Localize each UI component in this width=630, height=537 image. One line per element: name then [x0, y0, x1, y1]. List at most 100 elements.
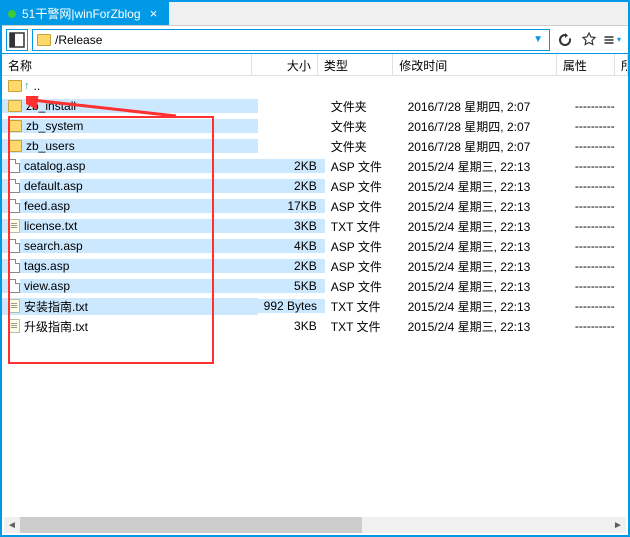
file-attr: ---------- [569, 319, 628, 333]
table-row[interactable]: 升级指南.txt 3KBTXT 文件2015/2/4 星期三, 22:13----… [2, 316, 628, 336]
file-name: tags.asp [24, 259, 69, 273]
file-modified: 2016/7/28 星期四, 2:07 [402, 118, 569, 135]
txt-icon [8, 299, 20, 313]
horizontal-scrollbar[interactable]: ◄ ► [4, 517, 626, 533]
scrollbar-thumb[interactable] [20, 517, 362, 533]
chevron-down-icon: ▾ [615, 35, 623, 44]
path-text: /Release [55, 33, 102, 47]
col-header-attr[interactable]: 属性 [557, 54, 615, 75]
file-attr: ---------- [569, 279, 628, 293]
file-size: 2KB [258, 259, 325, 273]
file-icon [8, 159, 20, 173]
file-size: 5KB [258, 279, 325, 293]
file-name: default.asp [24, 179, 83, 193]
file-modified: 2015/2/4 星期三, 22:13 [402, 218, 569, 235]
file-modified: 2015/2/4 星期三, 22:13 [402, 158, 569, 175]
file-name: license.txt [24, 219, 77, 233]
file-modified: 2015/2/4 星期三, 22:13 [402, 258, 569, 275]
file-name: zb_install [26, 99, 76, 113]
scroll-right-icon[interactable]: ► [610, 517, 626, 533]
table-row[interactable]: search.asp 4KBASP 文件2015/2/4 星期三, 22:13--… [2, 236, 628, 256]
file-name: view.asp [24, 279, 70, 293]
chevron-down-icon[interactable]: ▼ [531, 34, 545, 45]
file-modified: 2015/2/4 星期三, 22:13 [402, 298, 569, 315]
file-type: ASP 文件 [325, 198, 402, 215]
file-type: ASP 文件 [325, 238, 402, 255]
file-list: ↑ .. zb_install文件夹2016/7/28 星期四, 2:07---… [2, 76, 628, 517]
file-attr: ---------- [569, 159, 628, 173]
tab-active[interactable]: 51干警网|winForZblog × [2, 2, 169, 25]
status-dot-icon [8, 10, 16, 18]
col-header-modified[interactable]: 修改时间 [393, 54, 557, 75]
file-size: 992 Bytes [258, 299, 325, 313]
path-input[interactable]: /Release ▼ [32, 29, 550, 51]
scroll-left-icon[interactable]: ◄ [4, 517, 20, 533]
file-attr: ---------- [569, 299, 628, 313]
table-row[interactable]: license.txt3KBTXT 文件2015/2/4 星期三, 22:13-… [2, 216, 628, 236]
tab-title: 51干警网|winForZblog [22, 5, 141, 22]
table-row[interactable]: tags.asp2KBASP 文件2015/2/4 星期三, 22:13----… [2, 256, 628, 276]
file-icon [8, 179, 20, 193]
tab-bar: 51干警网|winForZblog × [2, 2, 628, 26]
up-arrow-icon: ↑ [24, 80, 30, 92]
file-attr: ---------- [569, 199, 628, 213]
file-attr: ---------- [569, 99, 628, 113]
file-type: ASP 文件 [325, 178, 402, 195]
file-attr: ---------- [569, 119, 628, 133]
table-row[interactable]: zb_users文件夹2016/7/28 星期四, 2:07---------- [2, 136, 628, 156]
layout-toggle-button[interactable] [6, 29, 28, 51]
file-name: search.asp [24, 239, 83, 253]
file-attr: ---------- [569, 239, 628, 253]
col-header-size[interactable]: 大小 [252, 54, 318, 75]
parent-dir-row[interactable]: ↑ .. [2, 76, 628, 96]
folder-icon [8, 100, 22, 112]
file-type: ASP 文件 [325, 158, 402, 175]
txt-icon [8, 319, 20, 333]
refresh-button[interactable] [554, 29, 576, 51]
file-type: ASP 文件 [325, 258, 402, 275]
file-icon [8, 239, 20, 253]
folder-icon [37, 34, 51, 46]
file-modified: 2015/2/4 星期三, 22:13 [402, 318, 569, 335]
file-type: 文件夹 [325, 98, 402, 115]
file-type: 文件夹 [325, 138, 402, 155]
file-size: 3KB [258, 219, 325, 233]
file-name: 升级指南.txt [24, 318, 88, 335]
table-row[interactable]: zb_install文件夹2016/7/28 星期四, 2:07--------… [2, 96, 628, 116]
table-row[interactable]: default.asp 2KBASP 文件2015/2/4 星期三, 22:13-… [2, 176, 628, 196]
txt-icon [8, 219, 20, 233]
file-type: TXT 文件 [325, 318, 402, 335]
file-size: 17KB [258, 199, 325, 213]
table-row[interactable]: zb_system文件夹2016/7/28 星期四, 2:07---------… [2, 116, 628, 136]
file-modified: 2015/2/4 星期三, 22:13 [402, 178, 569, 195]
file-name: 安装指南.txt [24, 298, 88, 315]
file-size: 3KB [258, 319, 325, 333]
col-header-type[interactable]: 类型 [318, 54, 393, 75]
view-mode-button[interactable]: ▾ [602, 29, 624, 51]
file-size: 2KB [258, 159, 325, 173]
table-row[interactable]: 安装指南.txt 992 BytesTXT 文件2015/2/4 星期三, 22:… [2, 296, 628, 316]
file-modified: 2015/2/4 星期三, 22:13 [402, 198, 569, 215]
file-type: TXT 文件 [325, 298, 402, 315]
file-icon [8, 279, 20, 293]
close-icon[interactable]: × [147, 7, 161, 21]
file-size: 2KB [258, 179, 325, 193]
table-row[interactable]: catalog.asp 2KBASP 文件2015/2/4 星期三, 22:13-… [2, 156, 628, 176]
toolbar: /Release ▼ ▾ [2, 26, 628, 54]
file-attr: ---------- [569, 219, 628, 233]
bookmark-button[interactable] [578, 29, 600, 51]
table-row[interactable]: feed.asp 17KBASP 文件2015/2/4 星期三, 22:13---… [2, 196, 628, 216]
parent-dir-label: .. [34, 79, 41, 93]
folder-icon [8, 120, 22, 132]
folder-icon [8, 140, 22, 152]
file-modified: 2015/2/4 星期三, 22:13 [402, 278, 569, 295]
file-attr: ---------- [569, 179, 628, 193]
file-size: 4KB [258, 239, 325, 253]
file-modified: 2016/7/28 星期四, 2:07 [402, 138, 569, 155]
file-modified: 2015/2/4 星期三, 22:13 [402, 238, 569, 255]
file-name: catalog.asp [24, 159, 85, 173]
col-header-owner[interactable]: 所 [615, 54, 628, 75]
file-name: feed.asp [24, 199, 70, 213]
table-row[interactable]: view.asp5KBASP 文件2015/2/4 星期三, 22:13----… [2, 276, 628, 296]
col-header-name[interactable]: 名称 [2, 54, 252, 75]
